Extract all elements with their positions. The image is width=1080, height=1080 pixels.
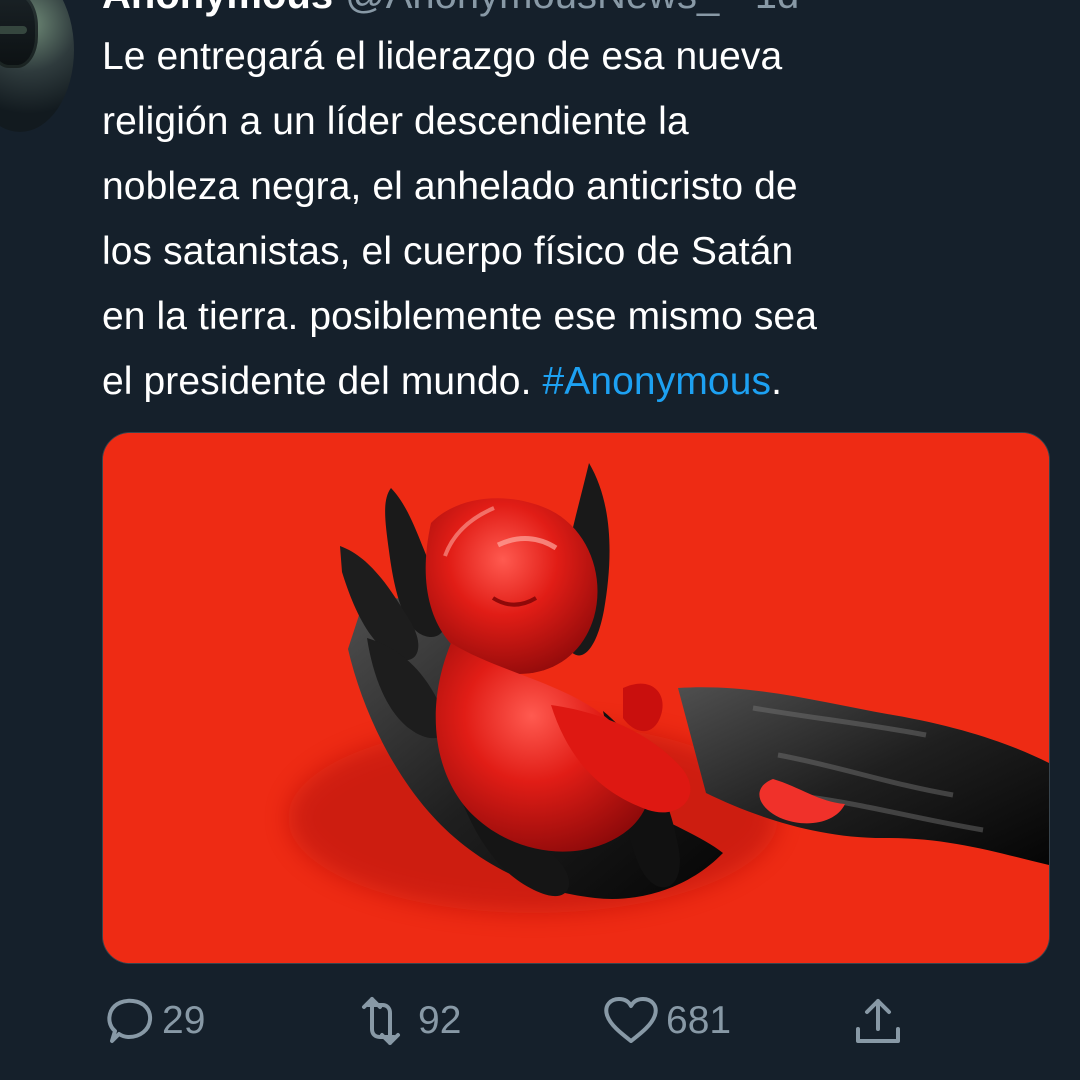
tweet-image[interactable]: [102, 432, 1050, 964]
tweet-text-segment: el presidente del mundo.: [102, 360, 532, 403]
profile-avatar[interactable]: [0, 0, 74, 132]
image-media-icon: [103, 433, 1049, 963]
share-button[interactable]: [850, 985, 906, 1057]
like-count: 681: [666, 999, 732, 1042]
share-icon: [856, 999, 900, 1043]
tweet-actions: 29 92 681: [0, 985, 1080, 1057]
tweet-text-line: los satanistas, el cuerpo físico de Satá…: [102, 230, 794, 273]
heart-icon: [604, 997, 658, 1043]
hashtag-link[interactable]: #Anonymous: [542, 360, 771, 403]
tweet-text-line: religión a un líder descendiente la: [102, 100, 689, 143]
avatar-mask-image: [0, 0, 38, 68]
tweet-punctuation: .: [771, 360, 783, 403]
tweet-text: Le entregará el liderazgo de esa nueva r…: [102, 24, 1052, 414]
tweet-screen: Anonymous @AnonymousNews_ · 1d Le entrega…: [0, 0, 1080, 1080]
user-handle[interactable]: @AnonymousNews_ · 1d: [345, 0, 799, 17]
reply-button[interactable]: 29: [102, 985, 205, 1057]
tweet-last-line: el presidente del mundo. #Anonymous.: [102, 349, 1052, 414]
retweet-icon: [362, 997, 400, 1045]
retweet-button[interactable]: 92: [350, 985, 461, 1057]
retweet-count: 92: [418, 999, 462, 1042]
tweet-text-line: Le entregará el liderazgo de esa nueva: [102, 35, 783, 78]
like-button[interactable]: 681: [602, 985, 731, 1057]
display-name[interactable]: Anonymous: [102, 0, 333, 17]
reply-count: 29: [162, 999, 206, 1042]
tweet-text-line: nobleza negra, el anhelado anticristo de: [102, 165, 798, 208]
reply-icon: [107, 998, 153, 1043]
tweet-header: Anonymous @AnonymousNews_ · 1d: [102, 0, 799, 17]
tweet-text-line: en la tierra. posiblemente ese mismo sea: [102, 295, 818, 338]
